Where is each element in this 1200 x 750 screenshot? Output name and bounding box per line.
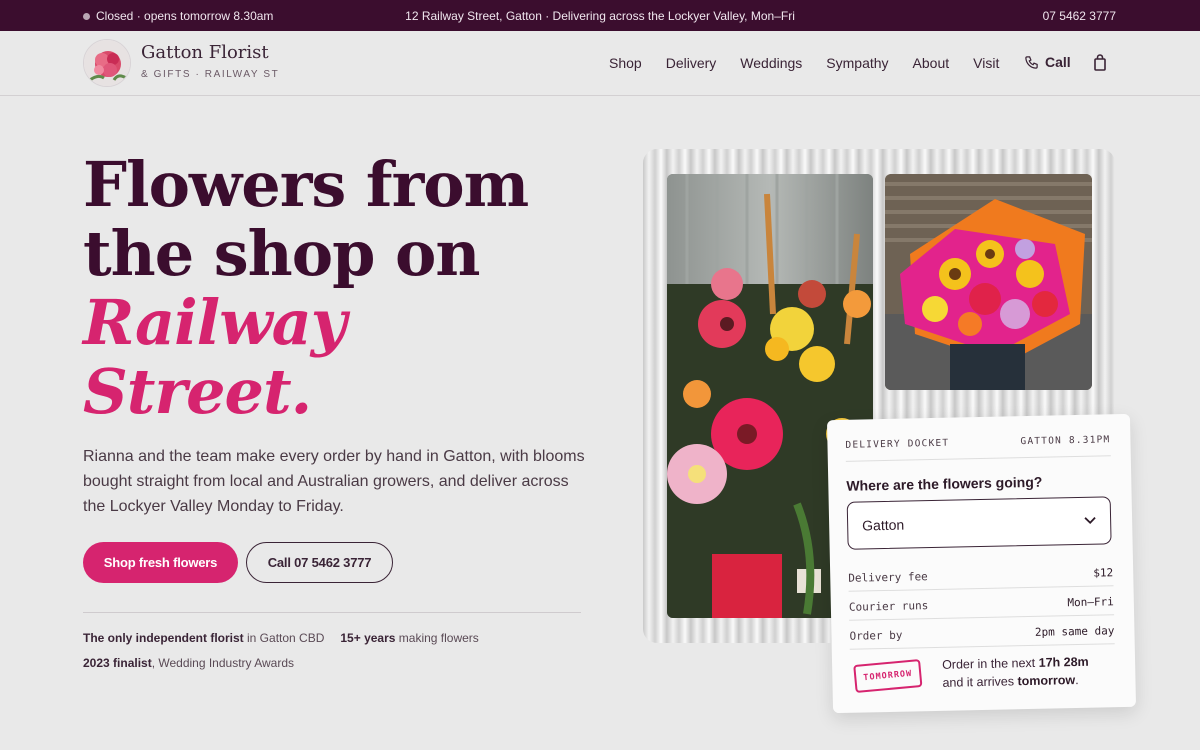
shop-fresh-flowers-button[interactable]: Shop fresh flowers <box>83 542 238 583</box>
chevron-down-icon <box>1084 516 1096 524</box>
fee-row: Delivery fee $12 <box>848 566 1114 585</box>
call-label: Call <box>1045 54 1071 70</box>
hero-title-accent-1: Railway <box>83 286 347 359</box>
docket-divider <box>845 455 1111 462</box>
nav-visit[interactable]: Visit <box>973 55 999 71</box>
order-countdown: Order in the next 17h 28m and it arrives… <box>941 654 1089 690</box>
logo-image[interactable] <box>83 39 131 87</box>
order-by-row: Order by 2pm same day <box>849 624 1115 643</box>
row-divider <box>849 643 1115 650</box>
row-divider <box>849 614 1115 621</box>
countdown-time: 17h 28m <box>1038 654 1089 670</box>
nav-weddings[interactable]: Weddings <box>740 55 802 71</box>
site-header: Gatton Florist & GIFTS · RAILWAY ST Shop… <box>0 31 1200 96</box>
hero-title-accent-2: Street. <box>83 355 312 428</box>
phone-icon <box>1025 55 1038 69</box>
call-phone-button[interactable]: Call 07 5462 3777 <box>246 542 393 583</box>
destination-question: Where are the flowers going? <box>846 473 1043 494</box>
trust-stats: The only independent florist in Gatton C… <box>83 631 479 681</box>
hero-divider <box>83 612 581 613</box>
docket-time: GATTON 8.31PM <box>1020 434 1111 448</box>
cart-button[interactable] <box>1092 54 1108 72</box>
tomorrow-stamp: TOMORROW <box>853 659 923 693</box>
nav-shop[interactable]: Shop <box>609 55 642 71</box>
store-address: 12 Railway Street, Gatton · Delivering a… <box>405 9 795 23</box>
nav-sympathy[interactable]: Sympathy <box>826 55 888 71</box>
bouquet-photo-small <box>885 174 1092 390</box>
brand-name[interactable]: Gatton Florist <box>141 42 269 63</box>
announcement-bar: Closed · opens tomorrow 8.30am 12 Railwa… <box>0 0 1200 31</box>
hero-title-line-1: Flowers from <box>83 148 529 221</box>
shopping-bag-icon <box>1094 54 1106 71</box>
nav-about[interactable]: About <box>913 55 950 71</box>
courier-row: Courier runs Mon–Fri <box>848 595 1114 614</box>
brand-tagline: & GIFTS · RAILWAY ST <box>141 69 280 80</box>
nav-delivery[interactable]: Delivery <box>666 55 717 71</box>
hero-title-line-2: the shop on <box>83 217 480 290</box>
hero-intro: Rianna and the team make every order by … <box>83 448 585 515</box>
town-select-value: Gatton <box>862 516 905 534</box>
docket-label: DELIVERY DOCKET <box>845 437 950 451</box>
hero-title: Flowers from the shop on Railway Street. <box>83 148 529 428</box>
stat-independent: The only independent florist in Gatton C… <box>83 631 325 645</box>
call-button[interactable]: Call <box>1024 54 1071 70</box>
stat-award: 2023 finalist, Wedding Industry Awards <box>83 656 295 670</box>
topbar-phone-link[interactable]: 07 5462 3777 <box>1043 9 1116 23</box>
row-divider <box>848 585 1114 592</box>
main-nav: Shop Delivery Weddings Sympathy About Vi… <box>609 55 999 71</box>
town-select[interactable]: Gatton <box>846 496 1112 550</box>
delivery-docket-card: DELIVERY DOCKET GATTON 8.31PM Where are … <box>826 413 1137 714</box>
stat-years: 15+ years making flowers <box>340 631 479 645</box>
